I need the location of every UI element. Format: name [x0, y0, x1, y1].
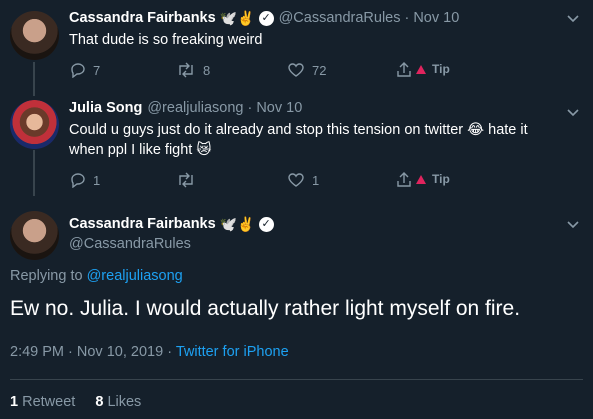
reply-button[interactable]: 7: [69, 62, 100, 78]
like-count: 72: [312, 62, 327, 78]
tweet-julia[interactable]: Julia Song @realjuliasong · Nov 10 Could…: [0, 98, 593, 196]
share-icon: [397, 62, 411, 77]
share-icon: [397, 172, 411, 187]
avatar[interactable]: [10, 11, 59, 60]
tweet-header: Cassandra Fairbanks 🕊️✌️ ✓ @CassandraRul…: [69, 10, 459, 26]
tip-button[interactable]: Tip: [416, 62, 450, 76]
emoji-badges: 🕊️✌️: [219, 10, 255, 26]
author-handle[interactable]: @CassandraRules: [279, 10, 401, 26]
retweet-button[interactable]: 8: [176, 62, 210, 78]
tweet-header: Cassandra Fairbanks 🕊️✌️ ✓: [69, 216, 274, 232]
retweet-icon: [179, 172, 193, 188]
tweet-stats: 1 Retweet 8 Likes: [10, 394, 141, 410]
tweet-text-line: when ppl I like fight 😿: [69, 142, 212, 158]
author-name[interactable]: Cassandra Fairbanks: [69, 216, 216, 232]
author-name[interactable]: Cassandra Fairbanks: [69, 10, 216, 26]
chevron-down-icon[interactable]: [567, 10, 579, 26]
tip-label: Tip: [432, 172, 450, 186]
retweet-button[interactable]: [176, 172, 203, 188]
likes-stat[interactable]: 8 Likes: [95, 394, 141, 410]
tweet-header: Julia Song @realjuliasong · Nov 10: [69, 100, 302, 116]
chevron-down-icon[interactable]: [567, 216, 579, 232]
tweet-text: That dude is so freaking weird: [69, 32, 263, 48]
separator-dot: ·: [167, 344, 173, 360]
separator-dot: ·: [247, 100, 253, 116]
tweet-timestamp[interactable]: 2:49 PM · Nov 10, 2019: [10, 344, 163, 360]
divider: [10, 379, 583, 380]
avatar[interactable]: [10, 100, 59, 149]
replying-prefix: Replying to: [10, 268, 83, 284]
author-handle[interactable]: @CassandraRules: [69, 236, 191, 252]
tweet-date[interactable]: Nov 10: [413, 10, 459, 26]
tweet-meta: 2:49 PM · Nov 10, 2019 · Twitter for iPh…: [10, 344, 289, 360]
verified-badge-icon: ✓: [258, 216, 274, 232]
verified-badge-icon: ✓: [258, 10, 274, 26]
likes-label: Likes: [107, 394, 142, 410]
tip-label: Tip: [432, 62, 450, 76]
author-name[interactable]: Julia Song: [69, 100, 142, 116]
author-handle[interactable]: @realjuliasong: [147, 100, 243, 116]
retweets-label: Retweet: [22, 394, 76, 410]
like-button[interactable]: 72: [287, 62, 326, 78]
retweets-count: 1: [10, 394, 19, 410]
tip-icon: [416, 174, 426, 184]
heart-icon: [288, 173, 304, 187]
reply-icon: [71, 63, 85, 78]
tweet-text: Could u guys just do it already and stop…: [69, 120, 528, 160]
reply-button[interactable]: 1: [69, 172, 100, 188]
chevron-down-icon[interactable]: [567, 104, 579, 120]
tweet-text-line: Could u guys just do it already and stop…: [69, 122, 528, 138]
like-button[interactable]: 1: [287, 172, 319, 188]
separator-dot: ·: [404, 10, 410, 26]
tip-button[interactable]: Tip: [416, 172, 450, 186]
reply-count: 1: [93, 172, 101, 188]
reply-icon: [71, 173, 85, 188]
tip-icon: [416, 64, 426, 74]
retweet-count: 8: [203, 62, 211, 78]
tweet-cassandra[interactable]: Cassandra Fairbanks 🕊️✌️ ✓ @CassandraRul…: [0, 0, 593, 98]
heart-icon: [288, 63, 304, 77]
avatar[interactable]: [10, 211, 59, 260]
tweet-source-link[interactable]: Twitter for iPhone: [176, 344, 289, 360]
replying-to: Replying to @realjuliasong: [10, 268, 183, 284]
reply-count: 7: [93, 62, 101, 78]
likes-count: 8: [95, 394, 104, 410]
tweet-date[interactable]: Nov 10: [256, 100, 302, 116]
retweets-stat[interactable]: 1 Retweet: [10, 394, 79, 410]
retweet-icon: [179, 62, 193, 78]
replying-handle-link[interactable]: @realjuliasong: [87, 268, 183, 284]
emoji-badges: 🕊️✌️: [219, 216, 255, 232]
main-tweet-text: Ew no. Julia. I would actually rather li…: [10, 297, 521, 320]
like-count: 1: [312, 172, 320, 188]
